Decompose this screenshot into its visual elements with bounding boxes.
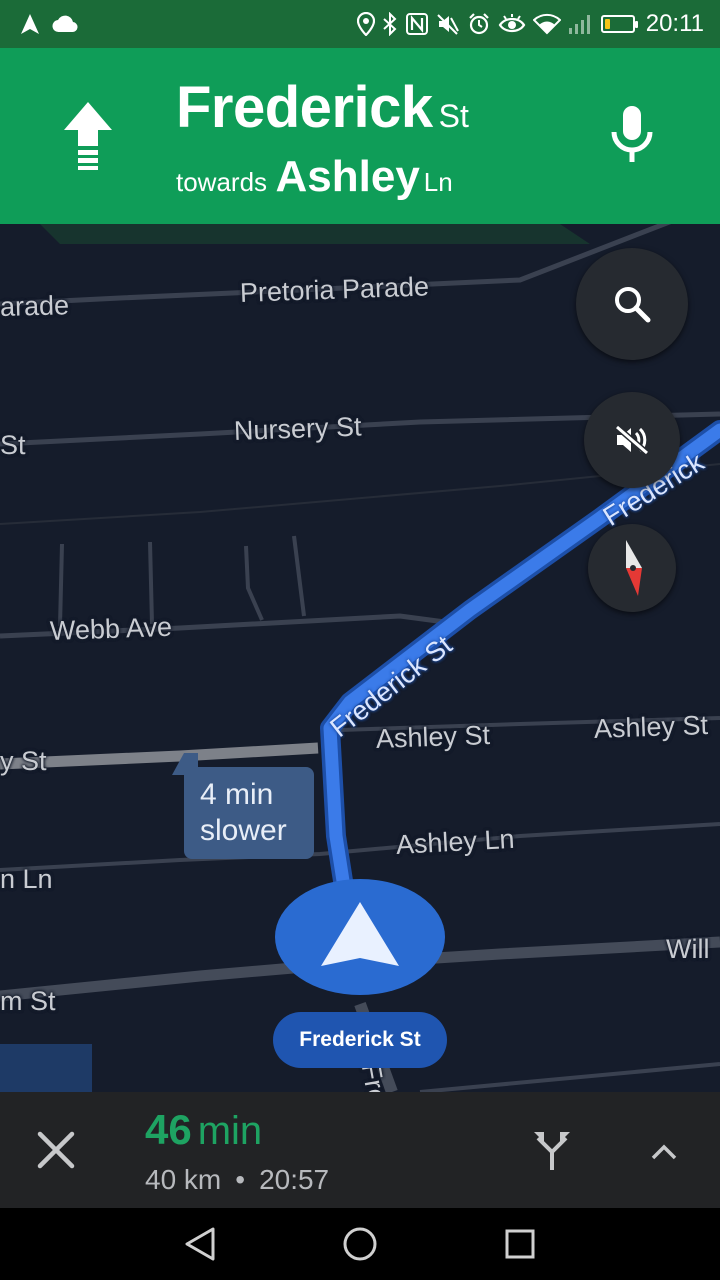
system-recents-button[interactable] [500, 1224, 540, 1264]
map-label-will: Will [666, 934, 710, 964]
voice-search-button[interactable] [604, 104, 660, 170]
cloud-icon [52, 15, 78, 33]
next-street: Frederick St [176, 74, 469, 141]
status-time: 20:11 [645, 10, 704, 37]
volume-off-icon [615, 424, 649, 456]
towards-street: towards Ashley Ln [176, 152, 453, 202]
compass-icon [626, 540, 642, 596]
delay-line-1: 4 min [200, 778, 274, 811]
towards-word: towards [176, 167, 268, 197]
trip-separator: • [235, 1164, 246, 1195]
microphone-icon [611, 106, 653, 162]
duration-unit: min [197, 1109, 263, 1153]
back-triangle-icon [185, 1227, 215, 1261]
current-location-marker [274, 878, 446, 996]
trip-distance: 40 km [145, 1164, 222, 1195]
home-circle-icon [343, 1227, 377, 1261]
alternate-routes-button[interactable] [524, 1122, 580, 1178]
nfc-icon [405, 12, 429, 36]
system-navigation-bar [0, 1208, 720, 1280]
status-left-icons [20, 13, 78, 35]
alarm-icon [467, 12, 491, 36]
wifi-icon [532, 13, 561, 35]
close-icon [37, 1131, 75, 1169]
current-street-pill: Frederick St [273, 1012, 447, 1068]
recents-square-icon [505, 1229, 535, 1259]
trip-details: 40 km • 20:57 [145, 1164, 329, 1196]
search-along-route-button[interactable] [576, 248, 688, 360]
map-label-ashley-ln: Ashley Ln [395, 823, 516, 860]
map-label-nursery-st: Nursery St [233, 411, 362, 446]
location-icon [356, 12, 375, 36]
map-label-webb-ave: Webb Ave [49, 611, 173, 646]
towards-street-suffix: Ln [423, 167, 453, 197]
eye-comfort-icon [498, 13, 526, 35]
expand-panel-button[interactable] [638, 1126, 690, 1178]
system-back-button[interactable] [180, 1224, 220, 1264]
duration-value: 46 [145, 1106, 192, 1153]
map-label-st: St [0, 430, 26, 460]
trip-duration: 46 min [145, 1106, 262, 1154]
navigation-chevron-icon [275, 879, 445, 995]
bluetooth-icon [382, 12, 398, 36]
map-label-ashley-st-east: Ashley St [593, 710, 709, 744]
compass-button[interactable] [588, 524, 676, 612]
mute-voice-button[interactable] [584, 392, 680, 488]
route-fork-icon [534, 1132, 570, 1170]
trip-summary-panel[interactable]: 46 min 40 km • 20:57 [0, 1092, 720, 1208]
search-icon [615, 287, 651, 323]
map-label-y-st: y St [0, 746, 47, 776]
route-delay-bubble[interactable]: 4 min slower [172, 753, 314, 859]
delay-line-2: slower [200, 814, 287, 847]
straight-arrow-icon [60, 100, 116, 170]
exit-navigation-button[interactable] [28, 1122, 84, 1178]
signal-icon [568, 13, 594, 35]
next-street-suffix: St [438, 98, 469, 134]
arrival-time: 20:57 [259, 1164, 330, 1195]
system-home-button[interactable] [340, 1224, 380, 1264]
vibrate-off-icon [436, 12, 460, 36]
map-view[interactable]: arade Pretoria Parade St Nursery St Fred… [0, 224, 720, 1092]
battery-icon [600, 15, 638, 33]
next-street-name: Frederick [176, 75, 433, 140]
navigation-screen: 20:11 Frederick St towards Ashley Ln ara… [0, 0, 720, 1280]
map-label-parade: arade [0, 290, 70, 322]
turn-instruction-header[interactable]: Frederick St towards Ashley Ln [0, 48, 720, 224]
navigation-arrow-icon [20, 13, 40, 35]
status-right-icons: 20:11 [356, 10, 704, 38]
chevron-up-icon [651, 1144, 677, 1160]
towards-street-name: Ashley [275, 152, 420, 201]
map-label-n-ln: n Ln [0, 864, 53, 894]
map-label-pretoria-parade: Pretoria Parade [239, 271, 430, 308]
map-label-m-st: m St [0, 986, 56, 1016]
map-label-ashley-st: Ashley St [375, 720, 491, 754]
status-bar: 20:11 [0, 0, 720, 48]
